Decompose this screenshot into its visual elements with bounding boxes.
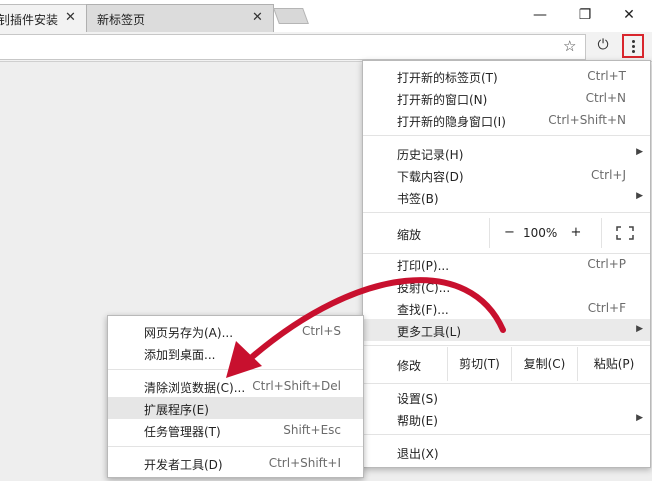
menu-item-find[interactable]: 查找(F)... Ctrl+F bbox=[363, 297, 650, 319]
tab-new-tab[interactable]: 新标签页 ✕ bbox=[86, 4, 274, 32]
menu-item-label: 打开新的窗口(N) bbox=[397, 93, 488, 107]
menu-item-label: 帮助(E) bbox=[397, 414, 438, 428]
menu-item-downloads[interactable]: 下载内容(D) Ctrl+J bbox=[363, 164, 650, 186]
menu-item-more-tools[interactable]: 更多工具(L) ▶ bbox=[363, 319, 650, 341]
chevron-right-icon: ▶ bbox=[636, 324, 643, 334]
menu-item-history[interactable]: 历史记录(H) ▶ bbox=[363, 142, 650, 164]
submenu-item-shortcut: Ctrl+Shift+I bbox=[268, 456, 341, 470]
chevron-right-icon: ▶ bbox=[636, 147, 643, 157]
zoom-level: 100% bbox=[523, 226, 558, 240]
menu-item-shortcut: Ctrl+J bbox=[591, 168, 626, 182]
menu-divider bbox=[108, 369, 363, 370]
tab-title: 新标签页 bbox=[97, 13, 146, 27]
submenu-item-shortcut: Ctrl+S bbox=[301, 324, 341, 338]
menu-item-new-incognito[interactable]: 打开新的隐身窗口(I) Ctrl+Shift+N bbox=[363, 109, 650, 131]
submenu-item-shortcut: Shift+Esc bbox=[283, 423, 341, 437]
submenu-item-label: 开发者工具(D) bbox=[144, 458, 223, 472]
chevron-right-icon: ▶ bbox=[636, 191, 643, 201]
zoom-in-button[interactable]: + bbox=[558, 218, 594, 248]
menu-item-help[interactable]: 帮助(E) ▶ bbox=[363, 408, 650, 430]
minimize-icon[interactable]: — bbox=[530, 6, 550, 24]
power-icon[interactable]: ⏻ bbox=[594, 37, 612, 55]
close-icon[interactable]: ✕ bbox=[252, 10, 263, 25]
menu-item-label: 下载内容(D) bbox=[397, 170, 464, 184]
tab-active[interactable]: 钊插件安装 ✕ bbox=[0, 4, 88, 32]
menu-item-label: 打开新的标签页(T) bbox=[397, 71, 498, 85]
new-tab-button[interactable] bbox=[273, 8, 309, 24]
tab-strip: 钊插件安装 ✕ 新标签页 ✕ — ❐ ✕ bbox=[0, 0, 652, 32]
menu-item-label: 设置(S) bbox=[397, 392, 438, 406]
dot-icon bbox=[631, 39, 635, 43]
menu-item-label: 投射(C)... bbox=[397, 281, 451, 295]
menu-divider bbox=[363, 383, 650, 384]
menu-item-bookmarks[interactable]: 书签(B) ▶ bbox=[363, 186, 650, 208]
menu-item-new-tab[interactable]: 打开新的标签页(T) Ctrl+T bbox=[363, 65, 650, 87]
menu-item-new-window[interactable]: 打开新的窗口(N) Ctrl+N bbox=[363, 87, 650, 109]
menu-item-label: 历史记录(H) bbox=[397, 148, 464, 162]
menu-item-shortcut: Ctrl+P bbox=[587, 257, 626, 271]
menu-item-print[interactable]: 打印(P)... Ctrl+P bbox=[363, 253, 650, 275]
zoom-row: 缩放 − 100% + bbox=[363, 218, 650, 248]
submenu-item-label: 任务管理器(T) bbox=[144, 425, 221, 439]
window-close-icon[interactable]: ✕ bbox=[619, 6, 639, 24]
menu-divider bbox=[363, 212, 650, 213]
toolbar: ☆ ⏻ bbox=[0, 32, 652, 62]
menu-item-shortcut: Ctrl+Shift+N bbox=[548, 113, 626, 127]
submenu-item-label: 添加到桌面... bbox=[144, 348, 216, 362]
menu-divider bbox=[363, 434, 650, 435]
menu-item-label: 退出(X) bbox=[397, 447, 439, 461]
submenu-item-task-manager[interactable]: 任务管理器(T) Shift+Esc bbox=[108, 419, 363, 441]
submenu-item-dev-tools[interactable]: 开发者工具(D) Ctrl+Shift+I bbox=[108, 452, 363, 474]
menu-item-cast[interactable]: 投射(C)... bbox=[363, 275, 650, 297]
menu-item-label: 打开新的隐身窗口(I) bbox=[397, 115, 506, 129]
menu-item-shortcut: Ctrl+T bbox=[587, 69, 626, 83]
edit-label: 修改 bbox=[397, 359, 422, 373]
tab-title: 钊插件安装 bbox=[0, 13, 58, 27]
zoom-label: 缩放 bbox=[397, 228, 422, 242]
edit-row: 修改 剪切(T) 复制(C) 粘贴(P) bbox=[363, 347, 650, 381]
menu-item-label: 更多工具(L) bbox=[397, 325, 462, 339]
menu-divider bbox=[363, 345, 650, 346]
more-tools-submenu: 网页另存为(A)... Ctrl+S 添加到桌面... 清除浏览数据(C)...… bbox=[107, 315, 364, 478]
menu-item-label: 查找(F)... bbox=[397, 303, 449, 317]
menu-item-shortcut: Ctrl+N bbox=[585, 91, 626, 105]
menu-divider bbox=[108, 446, 363, 447]
star-icon[interactable]: ☆ bbox=[563, 37, 576, 55]
fullscreen-icon[interactable] bbox=[601, 218, 650, 248]
paste-button[interactable]: 粘贴(P) bbox=[577, 347, 650, 381]
submenu-item-clear-data[interactable]: 清除浏览数据(C)... Ctrl+Shift+Del bbox=[108, 375, 363, 397]
menu-button[interactable] bbox=[622, 34, 644, 58]
close-icon[interactable]: ✕ bbox=[65, 10, 76, 25]
menu-item-label: 打印(P)... bbox=[397, 259, 450, 273]
copy-button[interactable]: 复制(C) bbox=[511, 347, 577, 381]
restore-icon[interactable]: ❐ bbox=[575, 6, 595, 24]
menu-item-exit[interactable]: 退出(X) bbox=[363, 441, 650, 463]
menu-item-label: 书签(B) bbox=[397, 192, 439, 206]
submenu-item-extensions[interactable]: 扩展程序(E) bbox=[108, 397, 363, 419]
chevron-right-icon: ▶ bbox=[636, 413, 643, 423]
dot-icon bbox=[631, 49, 635, 53]
submenu-item-label: 网页另存为(A)... bbox=[144, 326, 234, 340]
menu-item-shortcut: Ctrl+F bbox=[587, 301, 626, 315]
main-menu: 打开新的标签页(T) Ctrl+T 打开新的窗口(N) Ctrl+N 打开新的隐… bbox=[362, 60, 651, 468]
submenu-item-add-to-desktop[interactable]: 添加到桌面... bbox=[108, 342, 363, 364]
submenu-item-shortcut: Ctrl+Shift+Del bbox=[252, 379, 341, 393]
dot-icon bbox=[631, 44, 635, 48]
cut-button[interactable]: 剪切(T) bbox=[447, 347, 511, 381]
submenu-item-label: 扩展程序(E) bbox=[144, 403, 209, 417]
submenu-item-save-as[interactable]: 网页另存为(A)... Ctrl+S bbox=[108, 320, 363, 342]
menu-item-settings[interactable]: 设置(S) bbox=[363, 386, 650, 408]
menu-divider bbox=[363, 135, 650, 136]
submenu-item-label: 清除浏览数据(C)... bbox=[144, 381, 246, 395]
address-bar[interactable] bbox=[0, 34, 586, 60]
